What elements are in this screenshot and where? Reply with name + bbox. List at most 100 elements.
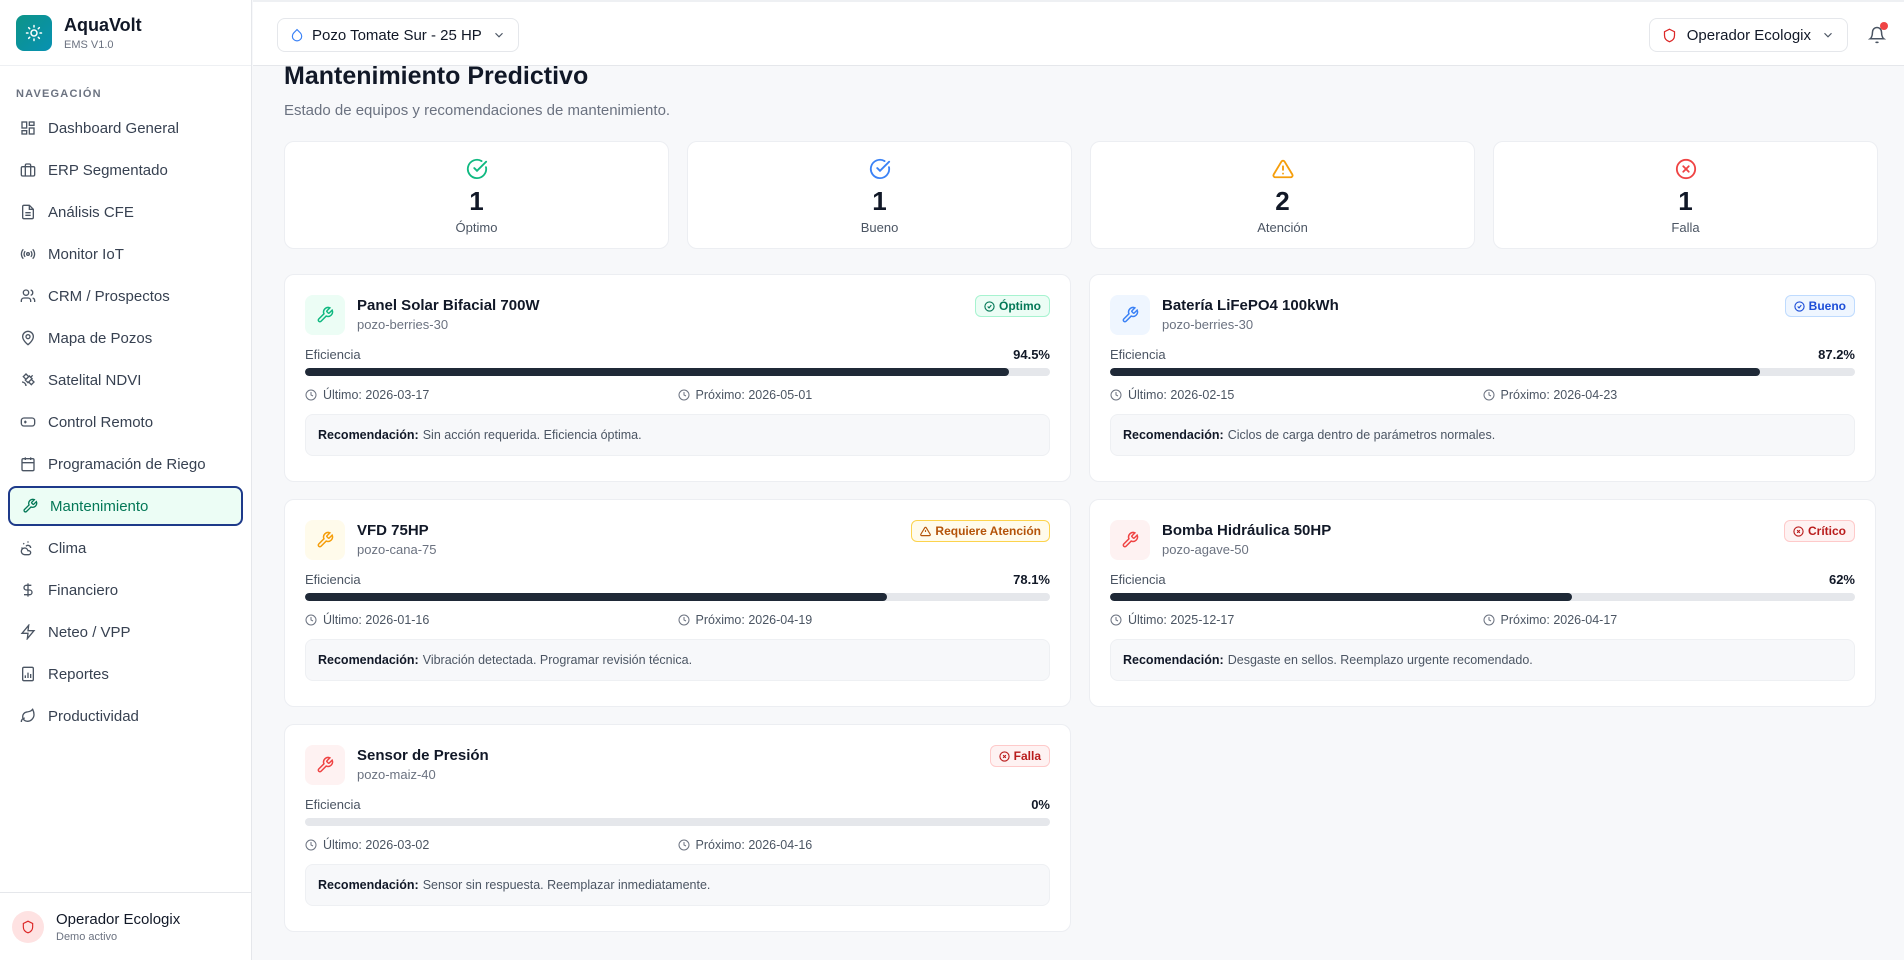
sidebar-item-dashboard-general[interactable]: Dashboard General	[8, 108, 243, 148]
efficiency-value: 78.1%	[1013, 572, 1050, 587]
operator-selector[interactable]: Operador Ecologix	[1648, 18, 1848, 52]
sidebar-item-neteo-vpp[interactable]: Neteo / VPP	[8, 612, 243, 652]
sidebar-item-satelital-ndvi[interactable]: Satelital NDVI	[8, 360, 243, 400]
clock-icon	[305, 839, 317, 851]
sidebar-item-label: Programación de Riego	[48, 455, 206, 473]
stat-value: 1	[469, 185, 484, 216]
equipment-name: Sensor de Presión	[357, 747, 489, 764]
sidebar-item-clima[interactable]: Clima	[8, 528, 243, 568]
sidebar-item-mantenimiento[interactable]: Mantenimiento	[8, 486, 243, 526]
sidebar-item-label: Productividad	[48, 707, 139, 725]
last-label: Último:	[1128, 613, 1167, 627]
notification-dot	[1880, 22, 1888, 30]
equipment-card[interactable]: VFD 75HP pozo-cana-75 Requiere Atención …	[284, 499, 1071, 707]
efficiency-bar-fill	[1110, 368, 1760, 376]
recommendation-label: Recomendación:	[318, 428, 419, 442]
sidebar-item-erp-segmentado[interactable]: ERP Segmentado	[8, 150, 243, 190]
status-badge: Crítico	[1783, 520, 1855, 542]
clock-icon	[1483, 614, 1495, 626]
sidebar-item-productividad[interactable]: Productividad	[8, 696, 243, 736]
stat-label: Óptimo	[455, 219, 498, 235]
equipment-name: Panel Solar Bifacial 700W	[357, 297, 540, 314]
stat-value: 1	[872, 185, 887, 216]
next-maintenance: Próximo: 2026-04-16	[678, 838, 1051, 852]
sidebar-item-control-remoto[interactable]: Control Remoto	[8, 402, 243, 442]
wrench-icon	[22, 498, 38, 514]
bell-icon[interactable]	[1866, 22, 1888, 46]
sidebar-item-programacion-de-riego[interactable]: Programación de Riego	[8, 444, 243, 484]
sidebar-item-label: Satelital NDVI	[48, 371, 142, 389]
stat-label: Atención	[1257, 219, 1308, 235]
stats-row: 1 Óptimo 1 Bueno 2 Atención 1 Falla	[284, 141, 1878, 249]
status-badge: Bueno	[1784, 295, 1855, 317]
equipment-name: VFD 75HP	[357, 522, 429, 539]
last-label: Último:	[323, 838, 362, 852]
status-badge: Óptimo	[975, 295, 1050, 317]
equipment-card[interactable]: Panel Solar Bifacial 700W pozo-berries-3…	[284, 274, 1071, 482]
chevron-down-icon	[1821, 28, 1835, 42]
clock-icon	[1483, 389, 1495, 401]
equipment-grid: Panel Solar Bifacial 700W pozo-berries-3…	[284, 274, 1878, 932]
status-label: Falla	[1013, 749, 1041, 763]
equipment-card[interactable]: Bomba Hidráulica 50HP pozo-agave-50 Crít…	[1089, 499, 1876, 707]
brand[interactable]: AquaVolt EMS V1.0	[0, 0, 251, 66]
equipment-well: pozo-agave-50	[1162, 542, 1249, 557]
nav-section-title: NAVEGACIÓN	[16, 88, 102, 100]
efficiency-bar	[305, 368, 1050, 376]
clock-icon	[305, 389, 317, 401]
sidebar-item-label: ERP Segmentado	[48, 161, 168, 179]
x-circle-icon	[998, 750, 1010, 762]
next-label: Próximo:	[695, 838, 745, 852]
equipment-well: pozo-berries-30	[1162, 317, 1254, 332]
efficiency-bar	[1110, 368, 1855, 376]
sidebar-item-label: Mapa de Pozos	[48, 329, 153, 347]
sidebar-item-analisis-cfe[interactable]: Análisis CFE	[8, 192, 243, 232]
next-date: 2026-04-23	[1553, 388, 1618, 402]
sidebar-item-financiero[interactable]: Financiero	[8, 570, 243, 610]
user-profile[interactable]: Operador Ecologix Demo activo	[0, 892, 251, 960]
equipment-name: Batería LiFePO4 100kWh	[1162, 297, 1339, 314]
clock-icon	[678, 389, 690, 401]
recommendation-box: Recomendación: Vibración detectada. Prog…	[305, 639, 1050, 681]
equipment-well: pozo-maiz-40	[357, 767, 436, 782]
efficiency-value: 0%	[1031, 797, 1050, 812]
satellite-icon	[20, 372, 36, 388]
sidebar-item-reportes[interactable]: Reportes	[8, 654, 243, 694]
sidebar-item-label: Monitor IoT	[48, 245, 124, 263]
alert-triangle-icon	[1272, 156, 1294, 182]
sidebar: AquaVolt EMS V1.0 NAVEGACIÓN Dashboard G…	[0, 0, 252, 960]
sidebar-item-mapa-de-pozos[interactable]: Mapa de Pozos	[8, 318, 243, 358]
dollar-icon	[20, 582, 36, 598]
topbar: Pozo Tomate Sur - 25 HP Operador Ecologi…	[253, 0, 1904, 66]
equipment-card[interactable]: Batería LiFePO4 100kWh pozo-berries-30 B…	[1089, 274, 1876, 482]
equipment-name: Bomba Hidráulica 50HP	[1162, 522, 1332, 539]
user-status: Demo activo	[56, 930, 118, 943]
users-icon	[20, 288, 36, 304]
next-label: Próximo:	[695, 613, 745, 627]
sidebar-item-monitor-iot[interactable]: Monitor IoT	[8, 234, 243, 274]
clock-icon	[305, 614, 317, 626]
recommendation-box: Recomendación: Sin acción requerida. Efi…	[305, 414, 1050, 456]
efficiency-label: Eficiencia	[305, 572, 361, 587]
page-subtitle: Estado de equipos y recomendaciones de m…	[284, 102, 671, 119]
efficiency-bar	[1110, 593, 1855, 601]
equipment-card[interactable]: Sensor de Presión pozo-maiz-40 Falla Efi…	[284, 724, 1071, 932]
wrench-icon	[1110, 520, 1150, 560]
sidebar-item-crm-prospectos[interactable]: CRM / Prospectos	[8, 276, 243, 316]
sidebar-nav: Dashboard General ERP Segmentado Análisis …	[0, 108, 251, 736]
user-name: Operador Ecologix	[56, 910, 181, 928]
well-selector[interactable]: Pozo Tomate Sur - 25 HP	[277, 18, 519, 52]
efficiency-label: Eficiencia	[1110, 347, 1166, 362]
operator-label: Operador Ecologix	[1686, 26, 1811, 44]
cloud-sun-icon	[20, 540, 36, 556]
x-circle-icon	[1675, 156, 1697, 182]
last-label: Último:	[1128, 388, 1167, 402]
well-selector-label: Pozo Tomate Sur - 25 HP	[312, 26, 482, 44]
radio-icon	[20, 246, 36, 262]
stat-value: 2	[1275, 185, 1290, 216]
alert-triangle-icon	[920, 526, 932, 537]
sidebar-item-label: Mantenimiento	[50, 497, 149, 515]
map-pin-icon	[20, 330, 36, 346]
stat-label: Falla	[1671, 219, 1700, 235]
last-maintenance: Último: 2026-01-16	[305, 613, 678, 627]
